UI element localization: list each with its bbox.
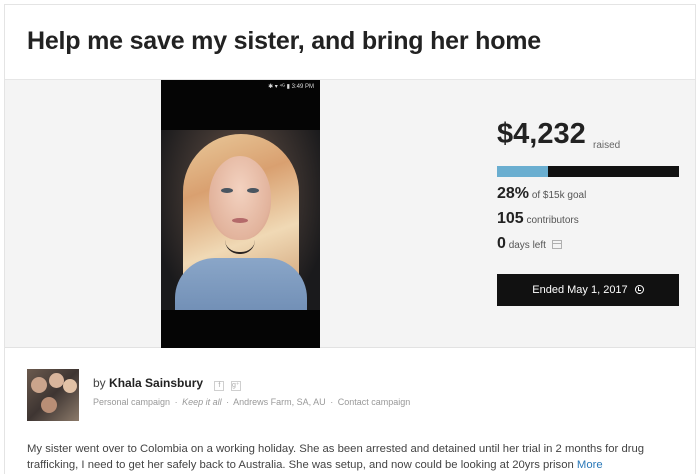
contributors-count: 105 (497, 210, 524, 227)
campaign-photo-frame[interactable]: ✱ ▾ ⁴ᴳ ▮ 3:49 PM (161, 80, 320, 348)
photo-eye (221, 188, 233, 193)
story-text: My sister went over to Colombia on a wor… (27, 443, 645, 471)
avatar-person (63, 379, 77, 393)
photo-lips (232, 218, 248, 223)
campaign-page: Help me save my sister, and bring her ho… (4, 4, 696, 474)
photo-shirt (175, 258, 307, 310)
funding-progress-bar (497, 166, 679, 177)
meta-separator: · (226, 397, 230, 407)
campaign-ended-button[interactable]: Ended May 1, 2017 (497, 274, 679, 306)
hero-section: ✱ ▾ ⁴ᴳ ▮ 3:49 PM $4,232 raised 28% of $1… (5, 80, 695, 348)
campaign-photo (161, 130, 320, 310)
campaign-title: Help me save my sister, and bring her ho… (27, 27, 542, 55)
calendar-icon (551, 240, 562, 249)
by-label: by (93, 376, 106, 390)
google-plus-icon[interactable]: g⁺ (230, 381, 241, 391)
contributors-stat: 105 contributors (497, 210, 579, 228)
percent-funded: 28% (497, 185, 530, 202)
meta-separator: · (330, 397, 334, 407)
title-bar: Help me save my sister, and bring her ho… (5, 5, 695, 80)
days-left-stat: 0 days left (497, 235, 562, 253)
facebook-icon[interactable]: f (214, 381, 225, 391)
photo-face (209, 156, 271, 240)
campaign-meta: Personal campaign · Keep it all · Andrew… (93, 397, 410, 407)
organizer-avatar[interactable] (27, 369, 79, 421)
phone-status-bar: ✱ ▾ ⁴ᴳ ▮ 3:49 PM (268, 84, 314, 90)
contributors-label: contributors (526, 215, 579, 226)
goal-label: of $15k goal (531, 190, 587, 201)
meta-separator: · (174, 397, 178, 407)
organizer-name[interactable]: Khala Sainsbury (109, 376, 203, 390)
clock-icon (634, 285, 644, 294)
avatar-person (31, 377, 47, 393)
organizer-line: by Khala Sainsbury f g⁺ (93, 376, 241, 391)
raised-amount: $4,232 (497, 118, 586, 150)
ended-label: Ended May 1, 2017 (532, 284, 628, 296)
campaign-type: Personal campaign (93, 397, 171, 407)
story-more-link[interactable]: More (577, 459, 603, 471)
keep-it-all-link[interactable]: Keep it all (182, 397, 222, 407)
funding-progress-fill (497, 166, 548, 177)
contact-campaign-link[interactable]: Contact campaign (338, 397, 411, 407)
raised-label: raised (593, 140, 621, 151)
photo-eye (247, 188, 259, 193)
days-left-label: days left (508, 240, 546, 251)
goal-stat: 28% of $15k goal (497, 185, 586, 203)
days-left-count: 0 (497, 235, 506, 252)
campaign-location: Andrews Farm, SA, AU (233, 397, 326, 407)
avatar-person (49, 373, 64, 388)
campaign-story: My sister went over to Colombia on a wor… (27, 441, 687, 473)
avatar-person (41, 397, 57, 413)
